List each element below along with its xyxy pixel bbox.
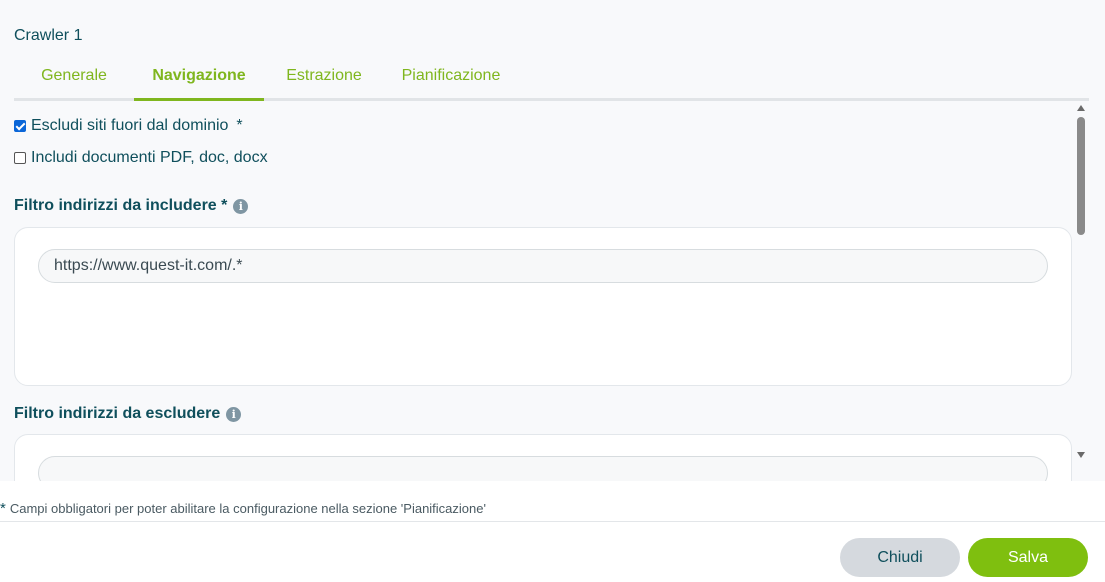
save-button[interactable]: Salva (968, 538, 1088, 577)
tab-pianificazione[interactable]: Pianificazione (400, 58, 502, 98)
exclude-external-label: Escludi siti fuori dal dominio (31, 117, 229, 134)
footer-divider (0, 521, 1105, 522)
tab-estrazione[interactable]: Estrazione (284, 58, 364, 98)
include-filter-title: Filtro indirizzi da includere * (14, 197, 228, 214)
scroll-down-icon[interactable] (1077, 452, 1085, 458)
tab-content: Escludi siti fuori dal dominio * Includi… (0, 101, 1074, 481)
vertical-scrollbar[interactable] (1074, 101, 1088, 463)
exclude-url-input[interactable] (38, 456, 1048, 481)
include-docs-checkbox[interactable] (14, 152, 26, 164)
scroll-thumb[interactable] (1077, 117, 1085, 235)
exclude-external-checkbox[interactable] (14, 120, 26, 132)
footnote-text: Campi obbligatori per poter abilitare la… (9, 501, 486, 516)
include-url-input[interactable]: https://www.quest-it.com/.* (38, 249, 1048, 283)
include-docs-label: Includi documenti PDF, doc, docx (31, 149, 268, 166)
exclude-filter-label: Filtro indirizzi da escludere i (14, 405, 242, 423)
footnote-star: * (0, 500, 6, 517)
include-docs-option[interactable]: Includi documenti PDF, doc, docx (14, 148, 268, 168)
tab-bar: Generale Navigazione Estrazione Pianific… (14, 58, 1089, 101)
exclude-filter-title: Filtro indirizzi da escludere (14, 405, 221, 422)
info-icon[interactable]: i (226, 406, 242, 422)
required-mark: * (236, 117, 243, 134)
include-filter-label: Filtro indirizzi da includere * i (14, 197, 249, 215)
required-fields-note: * Campi obbligatori per poter abilitare l… (0, 500, 486, 517)
close-button[interactable]: Chiudi (840, 538, 960, 577)
dialog-title: Crawler 1 (14, 27, 83, 44)
include-filter-box: https://www.quest-it.com/.* (14, 227, 1072, 386)
scroll-up-icon[interactable] (1077, 105, 1085, 111)
dialog-panel: Crawler 1 Generale Navigazione Estrazion… (0, 0, 1105, 481)
tab-generale[interactable]: Generale (40, 58, 108, 98)
tab-navigazione[interactable]: Navigazione (134, 58, 264, 101)
info-icon[interactable]: i (233, 198, 249, 214)
exclude-external-option[interactable]: Escludi siti fuori dal dominio * (14, 116, 243, 136)
exclude-filter-box (14, 434, 1072, 481)
